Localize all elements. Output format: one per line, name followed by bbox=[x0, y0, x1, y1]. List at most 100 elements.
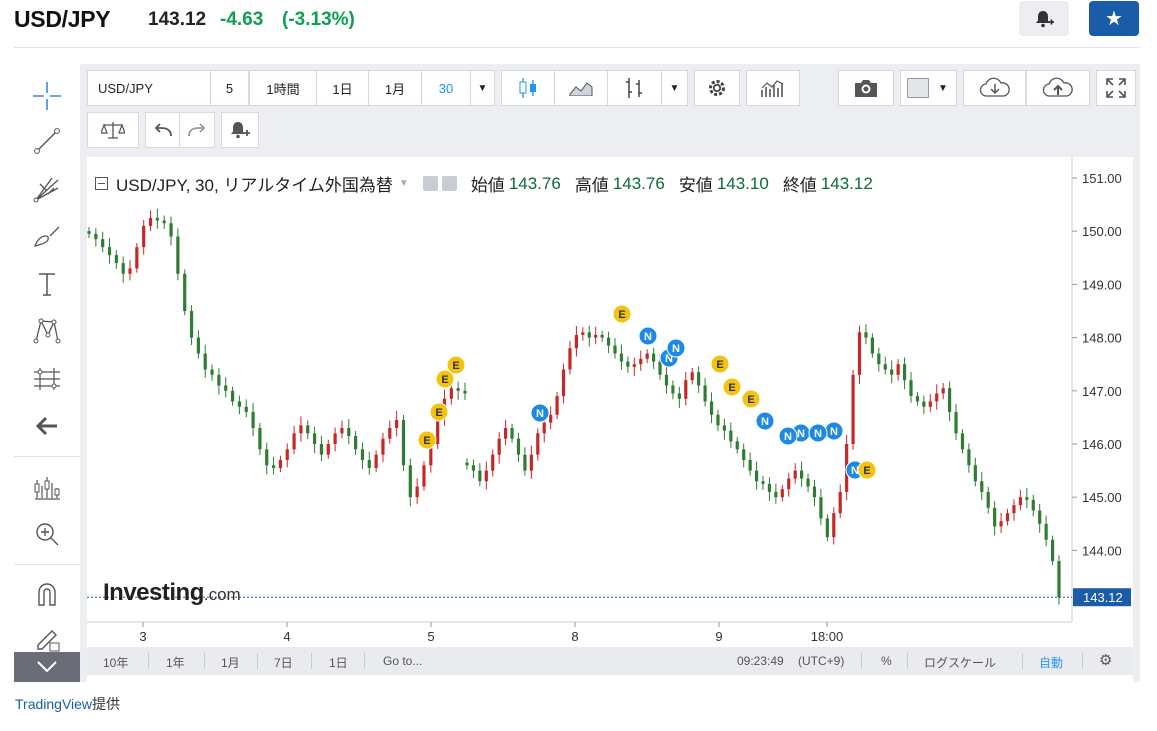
redo-button[interactable] bbox=[179, 112, 215, 148]
snapshot-button[interactable] bbox=[838, 70, 894, 106]
line-style-button[interactable] bbox=[554, 70, 608, 106]
series-a-candle bbox=[333, 433, 337, 444]
log-scale-button[interactable]: ログスケール bbox=[924, 654, 996, 671]
interval-30-button[interactable]: 30 bbox=[421, 70, 471, 106]
bell-plus-icon bbox=[1036, 10, 1054, 27]
interval-dropdown-button[interactable]: ▼ bbox=[470, 70, 495, 106]
goto-button[interactable]: Go to... bbox=[383, 654, 422, 668]
series-b-candle bbox=[1044, 523, 1048, 540]
series-b-candle bbox=[645, 353, 649, 359]
chart-alert-button[interactable] bbox=[221, 112, 259, 148]
magnet-tool[interactable] bbox=[28, 576, 66, 612]
event-marker-label: E bbox=[435, 407, 442, 419]
event-marker-label: N bbox=[830, 426, 838, 438]
investing-logo: Investing.com bbox=[103, 579, 241, 606]
interval-5-button[interactable]: 5 bbox=[210, 70, 249, 106]
series-b-candle bbox=[504, 428, 508, 439]
high-label: 高値 bbox=[574, 176, 609, 195]
range-7d-button[interactable]: 7日 bbox=[274, 654, 293, 671]
timezone-button[interactable]: (UTC+9) bbox=[798, 654, 844, 668]
price-chart[interactable]: 151.00 150.00 149.00 148.00 147.00 146.00 145.… bbox=[87, 157, 1133, 682]
color-theme-button[interactable]: ▼ bbox=[900, 70, 957, 106]
series-b-candle bbox=[902, 364, 907, 381]
x-tick-label: 3 bbox=[139, 629, 146, 644]
pattern-icon bbox=[33, 318, 61, 344]
fullscreen-button[interactable] bbox=[1096, 70, 1136, 106]
chart-pane[interactable]: 151.00 150.00 149.00 148.00 147.00 146.00 145.… bbox=[87, 157, 1133, 682]
pencil-lock-icon bbox=[37, 630, 60, 652]
event-marker-label: N bbox=[672, 343, 680, 355]
watchlist-star-button[interactable]: ★ bbox=[1089, 1, 1139, 36]
indicators-button[interactable] bbox=[746, 70, 800, 106]
percent-scale-button[interactable]: % bbox=[881, 654, 892, 668]
event-marker-label: E bbox=[618, 309, 625, 321]
collapse-legend-icon[interactable] bbox=[95, 177, 108, 190]
pattern-tool[interactable] bbox=[28, 313, 66, 349]
load-chart-button[interactable] bbox=[963, 70, 1026, 106]
trendline-tool[interactable] bbox=[28, 123, 66, 159]
series-b-candle bbox=[1025, 497, 1029, 500]
series-b-candle bbox=[587, 332, 591, 338]
series-b-candle bbox=[1038, 510, 1042, 524]
range-1d-button[interactable]: 1日 bbox=[329, 654, 348, 671]
series-b-candle bbox=[838, 491, 842, 514]
series-b-candle bbox=[954, 412, 958, 434]
series-b-candle bbox=[510, 428, 514, 439]
series-b-candle bbox=[973, 465, 977, 482]
remove-drawings-tool[interactable] bbox=[28, 408, 66, 444]
chart-style-dropdown-button[interactable]: ▼ bbox=[661, 70, 688, 106]
series-a-candle bbox=[292, 433, 296, 450]
x-tick-label: 5 bbox=[427, 629, 434, 644]
series-b-candle bbox=[581, 332, 585, 335]
range-1m-button[interactable]: 1月 bbox=[221, 654, 240, 671]
add-alert-button[interactable] bbox=[1019, 1, 1069, 36]
last-price: 143.12 bbox=[148, 9, 207, 30]
candles-style-button[interactable] bbox=[501, 70, 555, 106]
series-a-candle bbox=[217, 374, 221, 386]
series-a-candle bbox=[189, 311, 194, 338]
eye-icon[interactable] bbox=[422, 176, 438, 191]
auto-scale-button[interactable]: 自動 bbox=[1039, 654, 1063, 671]
series-b-candle bbox=[632, 364, 636, 367]
undo-button[interactable] bbox=[145, 112, 180, 148]
symbol-search-input[interactable]: USD/JPY bbox=[87, 70, 211, 106]
interval-1h-button[interactable]: 1時間 bbox=[249, 70, 317, 106]
settings-small-icon[interactable] bbox=[441, 176, 457, 191]
bars-style-button[interactable] bbox=[607, 70, 662, 106]
series-a-candle bbox=[155, 217, 159, 221]
series-a-candle bbox=[251, 412, 255, 429]
measure-tool[interactable] bbox=[28, 469, 66, 505]
gann-fib-tool[interactable] bbox=[28, 171, 66, 207]
interval-1m-button[interactable]: 1月 bbox=[368, 70, 422, 106]
save-chart-button[interactable] bbox=[1026, 70, 1090, 106]
range-10y-button[interactable]: 10年 bbox=[103, 654, 128, 671]
zoom-tool[interactable] bbox=[28, 516, 66, 552]
interval-1d-button[interactable]: 1日 bbox=[316, 70, 369, 106]
crosshair-tool[interactable] bbox=[28, 78, 66, 114]
settings-button[interactable] bbox=[694, 70, 740, 106]
gear-icon[interactable]: ⚙ bbox=[1099, 651, 1112, 669]
series-a-candle bbox=[463, 390, 467, 394]
collapse-toolbar-button[interactable] bbox=[14, 652, 80, 682]
series-b-candle bbox=[1057, 561, 1061, 598]
series-a-candle bbox=[285, 449, 289, 460]
prediction-tool[interactable] bbox=[28, 361, 66, 397]
brush-tool[interactable] bbox=[28, 219, 66, 255]
measure-icon bbox=[34, 477, 60, 500]
series-b-candle bbox=[484, 470, 488, 482]
dropdown-caret-icon[interactable]: ▼ bbox=[399, 178, 409, 189]
lock-drawings-tool[interactable] bbox=[28, 620, 66, 656]
series-b-candle bbox=[748, 459, 752, 471]
series-b-candle bbox=[1031, 499, 1035, 511]
series-a-candle bbox=[381, 438, 385, 455]
series-b-candle bbox=[787, 478, 791, 490]
tradingview-link[interactable]: TradingView bbox=[15, 696, 92, 712]
series-b-candle bbox=[1018, 497, 1022, 506]
text-tool[interactable] bbox=[28, 266, 66, 302]
area-chart-icon bbox=[569, 82, 593, 96]
compare-button[interactable] bbox=[87, 112, 139, 148]
fib-fan-icon bbox=[33, 177, 59, 203]
series-b-candle bbox=[890, 369, 894, 375]
range-1y-button[interactable]: 1年 bbox=[166, 654, 185, 671]
series-a-candle bbox=[408, 465, 412, 498]
